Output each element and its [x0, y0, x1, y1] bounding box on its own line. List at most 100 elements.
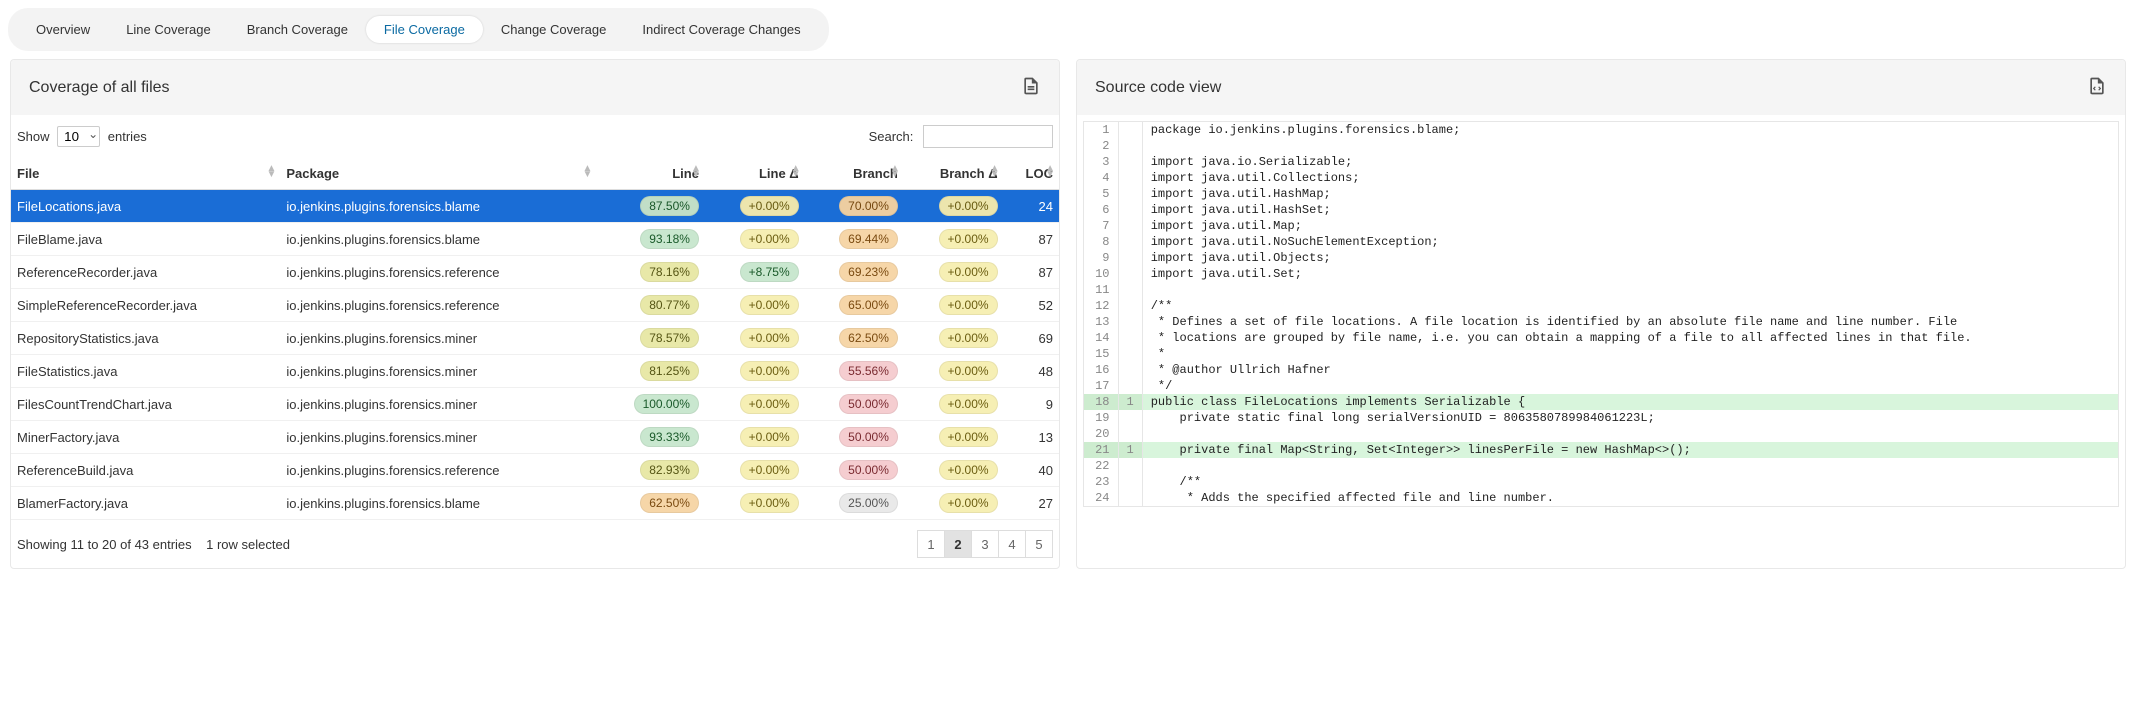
pagination: 12345	[918, 530, 1053, 558]
code-line: 15 *	[1084, 346, 2118, 362]
search-input[interactable]	[923, 125, 1053, 148]
table-row[interactable]: FileStatistics.javaio.jenkins.plugins.fo…	[11, 355, 1059, 388]
panel-title: Source code view	[1095, 79, 1221, 97]
code-line: 6import java.util.HashSet;	[1084, 202, 2118, 218]
coverage-pill: 87.50%	[640, 196, 699, 216]
tab-line-coverage[interactable]: Line Coverage	[108, 16, 229, 43]
coverage-table: File▲▼Package▲▼Line▲▼Line Δ▲▼Branch▲▼Bra…	[11, 158, 1059, 520]
code-scroll[interactable]: 1package io.jenkins.plugins.forensics.bl…	[1083, 121, 2119, 507]
coverage-pill: 50.00%	[839, 394, 898, 414]
table-row[interactable]: FilesCountTrendChart.javaio.jenkins.plug…	[11, 388, 1059, 421]
page-4[interactable]: 4	[998, 530, 1026, 558]
table-row[interactable]: BlamerFactory.javaio.jenkins.plugins.for…	[11, 487, 1059, 520]
code-line: 11	[1084, 282, 2118, 298]
code-line: 9import java.util.Objects;	[1084, 250, 2118, 266]
col-branch-[interactable]: Branch Δ▲▼	[904, 158, 1004, 190]
tab-branch-coverage[interactable]: Branch Coverage	[229, 16, 366, 43]
tab-file-coverage[interactable]: File Coverage	[366, 16, 483, 43]
coverage-pill: 81.25%	[640, 361, 699, 381]
tab-indirect-coverage-changes[interactable]: Indirect Coverage Changes	[624, 16, 818, 43]
code-file-icon[interactable]	[2087, 76, 2107, 99]
col-branch[interactable]: Branch▲▼	[805, 158, 904, 190]
coverage-pill: +0.00%	[939, 295, 998, 315]
table-row[interactable]: FileBlame.javaio.jenkins.plugins.forensi…	[11, 223, 1059, 256]
coverage-pill: 62.50%	[839, 328, 898, 348]
table-row[interactable]: SimpleReferenceRecorder.javaio.jenkins.p…	[11, 289, 1059, 322]
code-line: 7import java.util.Map;	[1084, 218, 2118, 234]
coverage-pill: +0.00%	[939, 394, 998, 414]
coverage-pill: 78.57%	[640, 328, 699, 348]
coverage-files-panel: Coverage of all files Show 10 entries Se…	[10, 59, 1060, 569]
code-line: 181public class FileLocations implements…	[1084, 394, 2118, 410]
coverage-pill: +0.00%	[740, 394, 799, 414]
coverage-pill: +0.00%	[740, 427, 799, 447]
coverage-tabs: OverviewLine CoverageBranch CoverageFile…	[8, 8, 829, 51]
table-row[interactable]: FileLocations.javaio.jenkins.plugins.for…	[11, 190, 1059, 223]
page-3[interactable]: 3	[971, 530, 999, 558]
code-line: 2	[1084, 138, 2118, 154]
entries-select[interactable]: 10	[57, 126, 100, 147]
code-line: 10import java.util.Set;	[1084, 266, 2118, 282]
tab-overview[interactable]: Overview	[18, 16, 108, 43]
col-loc[interactable]: LOC▲▼	[1004, 158, 1059, 190]
coverage-pill: +0.00%	[740, 328, 799, 348]
source-code-panel: Source code view 1package io.jenkins.plu…	[1076, 59, 2126, 569]
code-line: 14 * locations are grouped by file name,…	[1084, 330, 2118, 346]
tab-change-coverage[interactable]: Change Coverage	[483, 16, 625, 43]
table-row[interactable]: ReferenceBuild.javaio.jenkins.plugins.fo…	[11, 454, 1059, 487]
table-row[interactable]: RepositoryStatistics.javaio.jenkins.plug…	[11, 322, 1059, 355]
col-file[interactable]: File▲▼	[11, 158, 280, 190]
coverage-pill: +0.00%	[939, 493, 998, 513]
coverage-pill: +0.00%	[740, 361, 799, 381]
coverage-pill: 78.16%	[640, 262, 699, 282]
entries-length: Show 10 entries	[17, 126, 147, 147]
coverage-pill: +0.00%	[740, 460, 799, 480]
table-row[interactable]: MinerFactory.javaio.jenkins.plugins.fore…	[11, 421, 1059, 454]
page-2[interactable]: 2	[944, 530, 972, 558]
code-line: 12/**	[1084, 298, 2118, 314]
code-line: 17 */	[1084, 378, 2118, 394]
coverage-pill: 100.00%	[634, 394, 699, 414]
code-line: 13 * Defines a set of file locations. A …	[1084, 314, 2118, 330]
code-line: 8import java.util.NoSuchElementException…	[1084, 234, 2118, 250]
coverage-pill: +0.00%	[740, 493, 799, 513]
col-package[interactable]: Package▲▼	[280, 158, 596, 190]
coverage-pill: +0.00%	[939, 328, 998, 348]
coverage-pill: 65.00%	[839, 295, 898, 315]
table-info: Showing 11 to 20 of 43 entries 1 row sel…	[17, 537, 290, 552]
col-line[interactable]: Line▲▼	[596, 158, 705, 190]
table-row[interactable]: ReferenceRecorder.javaio.jenkins.plugins…	[11, 256, 1059, 289]
code-line: 3import java.io.Serializable;	[1084, 154, 2118, 170]
code-line: 5import java.util.HashMap;	[1084, 186, 2118, 202]
code-line: 16 * @author Ullrich Hafner	[1084, 362, 2118, 378]
coverage-pill: +0.00%	[939, 262, 998, 282]
coverage-pill: +0.00%	[740, 196, 799, 216]
code-table: 1package io.jenkins.plugins.forensics.bl…	[1084, 122, 2118, 506]
page-5[interactable]: 5	[1025, 530, 1053, 558]
search-box: Search:	[869, 125, 1053, 148]
coverage-pill: 55.56%	[839, 361, 898, 381]
document-icon[interactable]	[1021, 76, 1041, 99]
coverage-pill: +0.00%	[740, 295, 799, 315]
coverage-pill: +0.00%	[939, 427, 998, 447]
page-1[interactable]: 1	[917, 530, 945, 558]
coverage-pill: 80.77%	[640, 295, 699, 315]
code-line: 19 private static final long serialVersi…	[1084, 410, 2118, 426]
coverage-pill: 62.50%	[640, 493, 699, 513]
coverage-pill: +0.00%	[939, 196, 998, 216]
coverage-pill: +0.00%	[740, 229, 799, 249]
coverage-pill: +0.00%	[939, 460, 998, 480]
code-line: 20	[1084, 426, 2118, 442]
col-line-[interactable]: Line Δ▲▼	[705, 158, 805, 190]
coverage-pill: +0.00%	[939, 229, 998, 249]
coverage-pill: 69.44%	[839, 229, 898, 249]
code-line: 24 * Adds the specified affected file an…	[1084, 490, 2118, 506]
coverage-pill: 50.00%	[839, 460, 898, 480]
coverage-pill: 82.93%	[640, 460, 699, 480]
code-line: 23 /**	[1084, 474, 2118, 490]
coverage-pill: +0.00%	[939, 361, 998, 381]
coverage-pill: +8.75%	[740, 262, 799, 282]
panel-title: Coverage of all files	[29, 79, 170, 97]
code-line: 22	[1084, 458, 2118, 474]
coverage-pill: 93.33%	[640, 427, 699, 447]
